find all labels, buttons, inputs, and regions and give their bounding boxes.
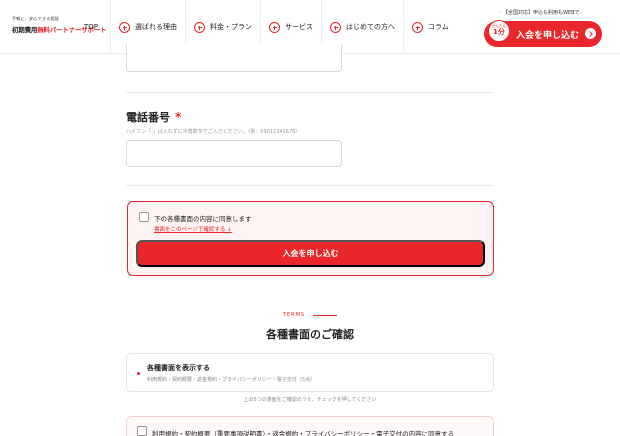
one-minute-badge: かんたん 1分 bbox=[488, 20, 510, 42]
nav-item-label: 料金・プラン bbox=[210, 23, 253, 31]
eyebrow-line bbox=[313, 314, 338, 316]
previous-field-input[interactable] bbox=[126, 44, 342, 72]
section-divider bbox=[126, 185, 494, 186]
plus-circle-icon bbox=[412, 21, 424, 33]
logo-name-black: 初期費用 bbox=[12, 26, 38, 34]
plus-circle-icon bbox=[330, 21, 342, 33]
cta-note: ＼【全国対応】申込も利用もWEBで／ bbox=[498, 10, 585, 16]
phone-label: 電話番号 * bbox=[126, 110, 182, 124]
terms-eyebrow: TERMS bbox=[0, 312, 620, 318]
nav-item-label: はじめての方へ bbox=[346, 23, 396, 31]
plus-circle-icon bbox=[119, 21, 131, 33]
site-logo[interactable]: 手軽に、安心できる相談 初期費用無料パートナーサポート bbox=[12, 16, 107, 38]
view-documents-link[interactable]: 書面をこのページで確認する ↓ bbox=[154, 225, 232, 233]
show-documents-toggle[interactable]: 各種書面を表示する 利用規約・契約概要・返金規約・プライバシーポリシー・電子交付… bbox=[126, 353, 494, 392]
phone-hint: ハイフン「-」は入れずに半角数字でご入力ください。（例：09012345678） bbox=[126, 129, 301, 135]
logo-tagline: 手軽に、安心できる相談 bbox=[12, 16, 60, 21]
show-documents-title: 各種書面を表示する bbox=[147, 364, 210, 372]
header-apply-label: 入会を申し込む bbox=[516, 31, 580, 41]
terms-title: 各種書面のご確認 bbox=[266, 328, 354, 341]
section-divider bbox=[126, 92, 494, 93]
plus-circle-icon bbox=[194, 21, 206, 33]
agree-checkbox[interactable] bbox=[139, 212, 149, 222]
agreement-panel: 下の各種書面の内容に同意します 書面をこのページで確認する ↓ 入会を申し込む bbox=[127, 201, 494, 276]
required-asterisk-icon: * bbox=[175, 110, 182, 124]
documents-note: 上の5つの書面をご確認のうえ、チェックを押してください bbox=[243, 397, 377, 403]
nav-item-label: 選ばれる理由 bbox=[135, 23, 178, 31]
terms-agree-checkbox[interactable] bbox=[137, 426, 147, 436]
plus-circle-icon bbox=[269, 21, 281, 33]
submit-apply-button[interactable]: 入会を申し込む bbox=[136, 240, 485, 267]
nav-item-label: コラム bbox=[428, 23, 449, 31]
nav-item-top[interactable]: TOP bbox=[76, 0, 110, 54]
terms-agree-text: 利用規約・契約概要（重要事項説明書）・返金規約・プライバシーポリシー・電子交付の… bbox=[152, 430, 455, 436]
nav-item-label: サービス bbox=[285, 23, 314, 31]
show-documents-subtitle: 利用規約・契約概要・返金規約・プライバシーポリシー・電子交付（5点） bbox=[147, 377, 316, 383]
phone-input[interactable] bbox=[126, 140, 342, 167]
logo-name: 初期費用無料パートナーサポート bbox=[12, 24, 107, 34]
nav-item-label: TOP bbox=[84, 23, 99, 31]
agree-text: 下の各種書面の内容に同意します bbox=[154, 215, 252, 223]
nav-item-column[interactable]: コラム bbox=[403, 0, 457, 54]
bullet-dot-icon bbox=[137, 372, 140, 375]
arrow-right-icon bbox=[585, 28, 596, 39]
header-apply-button[interactable]: かんたん 1分 入会を申し込む bbox=[484, 20, 602, 47]
terms-agreement-panel: 利用規約・契約概要（重要事項説明書）・返金規約・プライバシーポリシー・電子交付の… bbox=[126, 416, 494, 436]
